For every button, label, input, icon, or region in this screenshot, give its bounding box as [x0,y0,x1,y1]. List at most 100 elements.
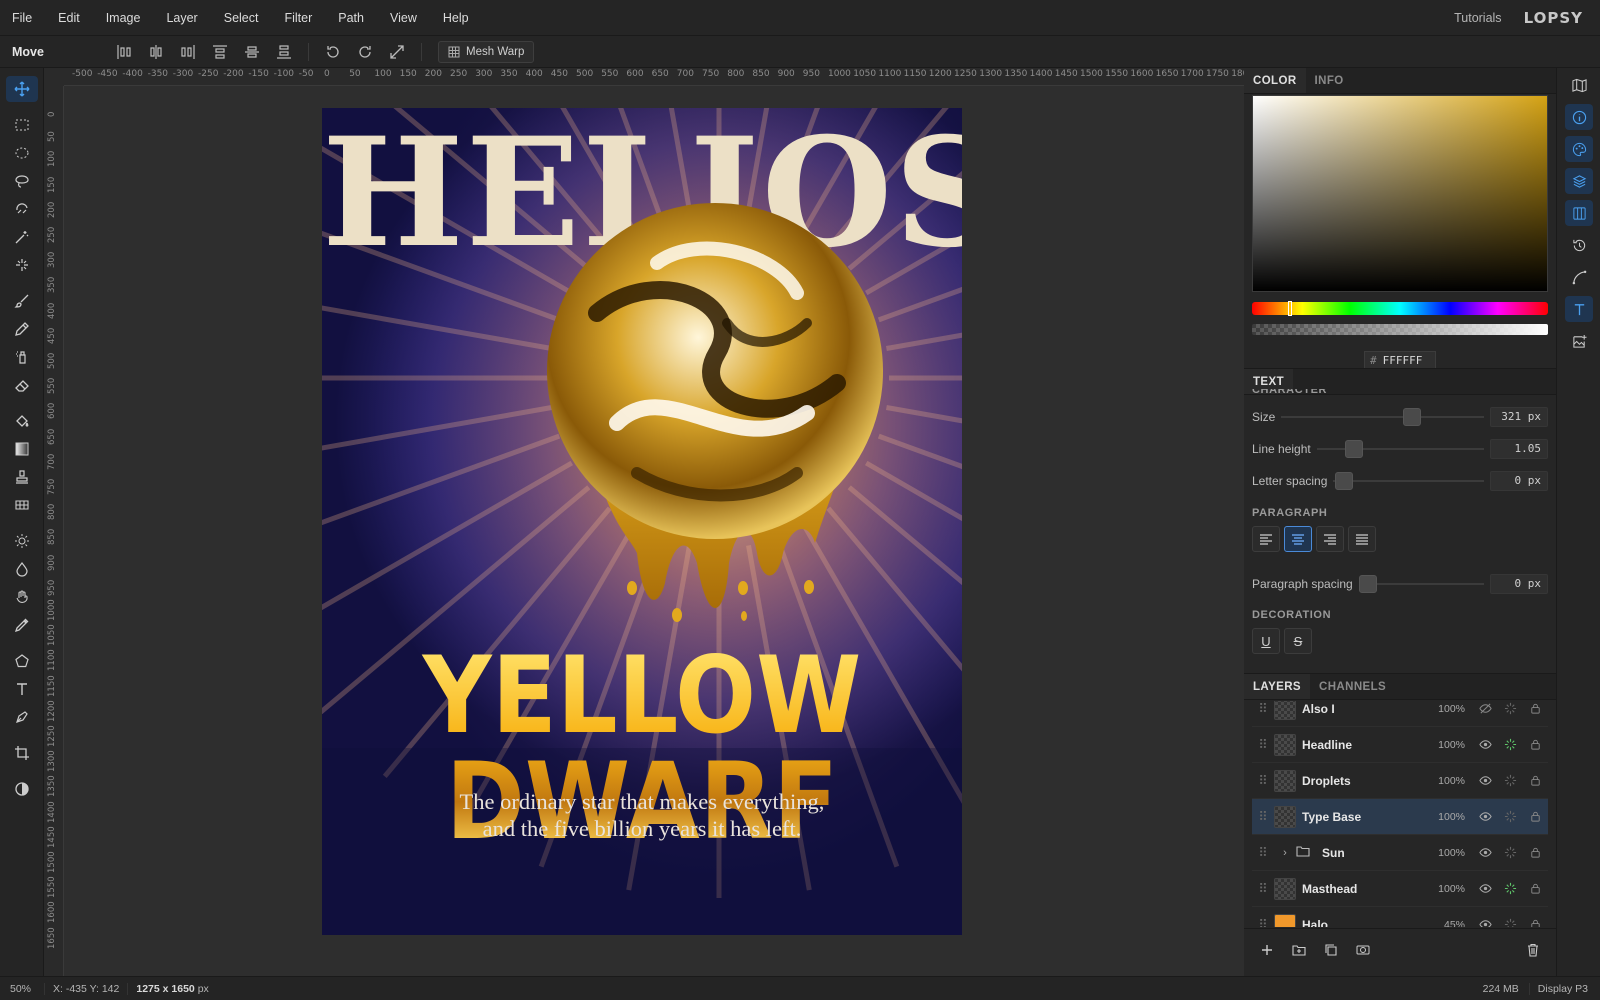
underline-button[interactable]: U [1252,628,1280,654]
rail-navigator-button[interactable] [1565,72,1593,98]
layer-row[interactable]: ⠿ Droplets 100% [1252,763,1548,799]
magnetic-lasso-tool[interactable] [6,196,38,222]
rail-paths-button[interactable] [1565,264,1593,290]
align-hcenter-button[interactable] [143,40,169,64]
layer-row[interactable]: ⠿ › Sun 100% [1252,835,1548,871]
paragraph-spacing-slider[interactable] [1358,572,1484,596]
layer-row[interactable]: ⠿ Type Base 100% [1252,799,1548,835]
mesh-warp-button[interactable]: Mesh Warp [438,40,535,63]
menu-help[interactable]: Help [430,11,482,25]
quick-select-tool[interactable] [6,252,38,278]
tab-color[interactable]: COLOR [1244,68,1306,93]
move-tool[interactable] [6,76,38,102]
tab-layers[interactable]: LAYERS [1244,674,1310,699]
effects-toggle[interactable] [1498,810,1523,823]
menu-filter[interactable]: Filter [271,11,325,25]
menu-view[interactable]: View [377,11,430,25]
menu-image[interactable]: Image [93,11,154,25]
align-vcenter-button[interactable] [239,40,265,64]
lock-toggle[interactable] [1523,702,1548,715]
visibility-toggle[interactable] [1473,738,1498,751]
size-input[interactable]: 321 px [1490,407,1548,427]
marquee-ellipse-tool[interactable] [6,140,38,166]
dodge-tool[interactable] [6,528,38,554]
paragraph-spacing-input[interactable]: 0 px [1490,574,1548,594]
duplicate-layer-button[interactable] [1320,939,1342,961]
line-height-slider[interactable] [1316,437,1484,461]
layer-row[interactable]: ⠿ Masthead 100% [1252,871,1548,907]
align-top-button[interactable] [207,40,233,64]
stamp-tool[interactable] [6,464,38,490]
menu-edit[interactable]: Edit [45,11,93,25]
new-layer-button[interactable] [1256,939,1278,961]
blur-tool[interactable] [6,556,38,582]
visibility-toggle[interactable] [1473,918,1498,927]
lock-toggle[interactable] [1523,918,1548,927]
expand-button[interactable] [384,40,410,64]
drag-handle-icon[interactable]: ⠿ [1252,917,1274,928]
poster-document[interactable]: HELIOS YELLOW DWARF The ordinary star th… [322,108,962,935]
pen-tool[interactable] [6,704,38,730]
rail-channels-button[interactable] [1565,200,1593,226]
slider-thumb[interactable] [1345,440,1364,458]
menu-file[interactable]: File [0,11,45,25]
lock-toggle[interactable] [1523,738,1548,751]
layer-row[interactable]: ⠿ Headline 100% [1252,727,1548,763]
alpha-slider[interactable] [1252,324,1548,335]
visibility-toggle[interactable] [1473,774,1498,787]
chevron-right-icon[interactable]: › [1274,847,1296,859]
effects-toggle[interactable] [1498,882,1523,895]
pattern-tool[interactable] [6,492,38,518]
shape-tool[interactable] [6,648,38,674]
rotate-ccw-button[interactable] [320,40,346,64]
align-left-text-button[interactable] [1252,526,1280,552]
menu-layer[interactable]: Layer [153,11,210,25]
align-left-button[interactable] [111,40,137,64]
drag-handle-icon[interactable]: ⠿ [1252,809,1274,825]
hue-slider-handle[interactable] [1288,301,1292,316]
rail-text-button[interactable] [1565,296,1593,322]
delete-layer-button[interactable] [1522,939,1544,961]
effects-toggle[interactable] [1498,918,1523,927]
gradient-tool[interactable] [6,436,38,462]
visibility-toggle[interactable] [1473,810,1498,823]
drag-handle-icon[interactable]: ⠿ [1252,701,1274,717]
drag-handle-icon[interactable]: ⠿ [1252,737,1274,753]
visibility-toggle[interactable] [1473,702,1498,715]
drag-handle-icon[interactable]: ⠿ [1252,881,1274,897]
canvas-workspace[interactable]: HELIOS YELLOW DWARF The ordinary star th… [64,86,1244,976]
spray-tool[interactable] [6,344,38,370]
magic-wand-tool[interactable] [6,224,38,250]
align-center-text-button[interactable] [1284,526,1312,552]
tutorials-link[interactable]: Tutorials [1454,11,1501,25]
tab-info[interactable]: INFO [1306,68,1353,93]
strikethrough-button[interactable]: S [1284,628,1312,654]
eraser-tool[interactable] [6,372,38,398]
add-mask-button[interactable] [1352,939,1374,961]
color-mode-tool[interactable] [6,776,38,802]
rotate-cw-button[interactable] [352,40,378,64]
lock-toggle[interactable] [1523,846,1548,859]
menu-select[interactable]: Select [211,11,272,25]
layer-row[interactable]: ⠿ Also I 100% [1252,701,1548,727]
effects-toggle[interactable] [1498,702,1523,715]
drag-handle-icon[interactable]: ⠿ [1252,773,1274,789]
rail-layers-button[interactable] [1565,168,1593,194]
text-tool[interactable] [6,676,38,702]
lock-toggle[interactable] [1523,882,1548,895]
rail-info-button[interactable] [1565,104,1593,130]
effects-toggle[interactable] [1498,738,1523,751]
align-right-button[interactable] [175,40,201,64]
line-height-input[interactable]: 1.05 [1490,439,1548,459]
rail-history-button[interactable] [1565,232,1593,258]
color-picker-field[interactable] [1252,95,1548,292]
hue-slider[interactable] [1252,301,1548,316]
slider-thumb[interactable] [1358,575,1377,593]
rail-image-button[interactable] [1565,328,1593,354]
effects-toggle[interactable] [1498,774,1523,787]
menu-path[interactable]: Path [325,11,377,25]
brush-tool[interactable] [6,288,38,314]
slider-thumb[interactable] [1402,408,1421,426]
layer-row[interactable]: ⠿ Halo 45% [1252,907,1548,927]
justify-text-button[interactable] [1348,526,1376,552]
